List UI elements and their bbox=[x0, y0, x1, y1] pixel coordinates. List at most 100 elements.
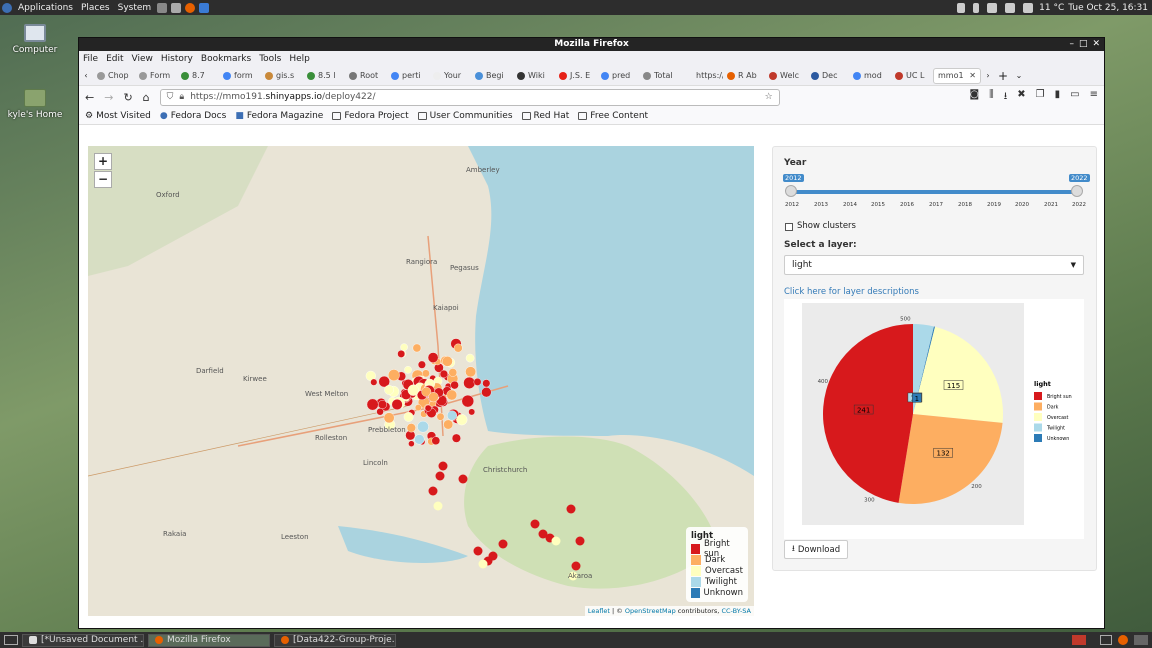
crash-marker[interactable] bbox=[465, 366, 476, 378]
applications-menu[interactable]: Applications bbox=[14, 3, 77, 13]
crash-marker[interactable] bbox=[438, 461, 448, 471]
lock-icon[interactable]: 🔒︎ bbox=[179, 92, 184, 102]
crash-marker[interactable] bbox=[370, 378, 378, 386]
extension-icon[interactable]: ❐ bbox=[1036, 89, 1045, 106]
bookmark-fedora-magazine[interactable]: ■ Fedora Magazine bbox=[235, 111, 323, 121]
network-icon[interactable] bbox=[987, 2, 998, 13]
tray-icon[interactable] bbox=[1072, 635, 1086, 645]
tab[interactable]: Welc bbox=[765, 68, 807, 84]
crash-marker[interactable] bbox=[575, 536, 585, 546]
menu-view[interactable]: View bbox=[132, 54, 153, 64]
crash-marker[interactable] bbox=[456, 414, 468, 426]
back-icon[interactable]: ← bbox=[85, 91, 94, 104]
crash-marker[interactable] bbox=[447, 410, 458, 421]
extension-icon[interactable]: ✖ bbox=[1017, 89, 1025, 106]
new-tab-icon[interactable]: + bbox=[995, 69, 1011, 83]
license-link[interactable]: CC-BY-SA bbox=[721, 607, 751, 615]
crash-marker[interactable] bbox=[387, 369, 400, 382]
crash-marker[interactable] bbox=[384, 384, 394, 395]
bookmark-most-visited[interactable]: ⚙ Most Visited bbox=[85, 111, 151, 121]
crash-marker[interactable] bbox=[400, 343, 408, 351]
menu-help[interactable]: Help bbox=[289, 54, 310, 64]
hamburger-menu-icon[interactable]: ≡ bbox=[1090, 89, 1098, 106]
tab[interactable]: gis.s bbox=[261, 68, 303, 84]
maximize-icon[interactable]: □ bbox=[1079, 38, 1088, 51]
crash-marker[interactable] bbox=[450, 380, 459, 390]
tab-scroll-right-icon[interactable]: › bbox=[981, 71, 995, 80]
zoom-out-button[interactable]: − bbox=[94, 171, 112, 188]
crash-marker[interactable] bbox=[417, 360, 426, 369]
show-clusters-label[interactable]: Show clusters bbox=[797, 221, 856, 231]
weather-text[interactable]: 11 °C bbox=[1039, 3, 1064, 13]
workspace-icon[interactable] bbox=[1100, 635, 1112, 645]
crash-marker[interactable] bbox=[428, 486, 438, 496]
crash-marker[interactable] bbox=[403, 411, 414, 422]
reload-icon[interactable]: ↻ bbox=[123, 91, 132, 104]
tab-scroll-left-icon[interactable]: ‹ bbox=[79, 71, 93, 80]
crash-marker[interactable] bbox=[406, 423, 416, 433]
crash-marker[interactable] bbox=[435, 471, 445, 481]
crash-marker[interactable] bbox=[391, 398, 403, 410]
bluetooth-icon[interactable] bbox=[973, 2, 980, 13]
library-icon[interactable]: ⫼ bbox=[989, 89, 994, 106]
tab-list-icon[interactable]: ⌄ bbox=[1011, 71, 1027, 80]
task-text-editor[interactable]: [*Unsaved Document ... bbox=[22, 633, 144, 647]
shield-icon[interactable]: ⛉ bbox=[167, 92, 174, 102]
menu-bookmarks[interactable]: Bookmarks bbox=[201, 54, 251, 64]
close-icon[interactable]: ✕ bbox=[1092, 38, 1100, 51]
crash-marker[interactable] bbox=[404, 365, 412, 374]
crash-marker[interactable] bbox=[571, 561, 581, 571]
mail-launcher-icon[interactable] bbox=[199, 2, 210, 13]
menu-history[interactable]: History bbox=[161, 54, 193, 64]
bookmark-fedora-docs[interactable]: ● Fedora Docs bbox=[160, 111, 226, 121]
crash-marker[interactable] bbox=[378, 399, 388, 409]
year-slider-max-handle[interactable] bbox=[1071, 185, 1083, 197]
tab[interactable]: Wiki bbox=[513, 68, 555, 84]
show-clusters-checkbox[interactable] bbox=[785, 223, 793, 231]
bookmark-user-communities[interactable]: User Communities bbox=[417, 111, 513, 121]
places-menu[interactable]: Places bbox=[77, 3, 114, 13]
tab[interactable]: UC L bbox=[891, 68, 933, 84]
crash-marker[interactable] bbox=[465, 353, 475, 363]
crash-marker[interactable] bbox=[417, 420, 429, 433]
crash-marker[interactable] bbox=[414, 434, 425, 445]
layer-descriptions-link[interactable]: Click here for layer descriptions bbox=[784, 287, 919, 297]
crash-marker[interactable] bbox=[433, 501, 443, 511]
tab[interactable]: form bbox=[219, 68, 261, 84]
crash-marker[interactable] bbox=[414, 404, 422, 411]
tab-active[interactable]: mmo1 ✕ bbox=[933, 67, 981, 84]
crash-marker[interactable] bbox=[482, 379, 491, 388]
tab-close-icon[interactable]: ✕ bbox=[969, 71, 976, 80]
tab[interactable]: https:// bbox=[681, 68, 723, 84]
crash-marker[interactable] bbox=[530, 519, 540, 529]
crash-marker[interactable] bbox=[428, 392, 439, 403]
crash-marker[interactable] bbox=[448, 368, 458, 377]
bookmark-fedora-project[interactable]: Fedora Project bbox=[332, 111, 409, 121]
year-slider[interactable] bbox=[791, 190, 1078, 194]
firefox-launcher-icon[interactable] bbox=[185, 2, 196, 13]
crash-marker[interactable] bbox=[376, 408, 384, 416]
leaflet-link[interactable]: Leaflet bbox=[588, 607, 610, 615]
osm-link[interactable]: OpenStreetMap bbox=[625, 607, 676, 615]
system-menu[interactable]: System bbox=[114, 3, 156, 13]
window-titlebar[interactable]: Mozilla Firefox – □ ✕ bbox=[79, 38, 1104, 51]
crash-marker[interactable] bbox=[431, 436, 441, 446]
sidebar-icon[interactable]: ▭ bbox=[1070, 89, 1079, 106]
crash-marker[interactable] bbox=[468, 408, 476, 416]
home-icon[interactable]: ⌂ bbox=[143, 91, 150, 104]
crash-marker[interactable] bbox=[439, 369, 449, 379]
terminal-launcher-icon[interactable] bbox=[171, 2, 182, 13]
extension-icon[interactable]: ▮ bbox=[1055, 89, 1061, 106]
tab[interactable]: Dec bbox=[807, 68, 849, 84]
layer-select[interactable]: light ▼ bbox=[784, 255, 1084, 275]
crash-marker[interactable] bbox=[461, 394, 474, 408]
crash-marker[interactable] bbox=[442, 355, 453, 367]
bookmark-red-hat[interactable]: Red Hat bbox=[521, 111, 569, 121]
tab[interactable]: Begi bbox=[471, 68, 513, 84]
tab[interactable]: 8.5 l bbox=[303, 68, 345, 84]
tab[interactable]: Total bbox=[639, 68, 681, 84]
pocket-icon[interactable]: ◙ bbox=[969, 89, 979, 106]
tab[interactable]: J.S. E bbox=[555, 68, 597, 84]
download-button[interactable]: ⭳ Download bbox=[784, 540, 848, 559]
notes-launcher-icon[interactable] bbox=[157, 2, 168, 13]
